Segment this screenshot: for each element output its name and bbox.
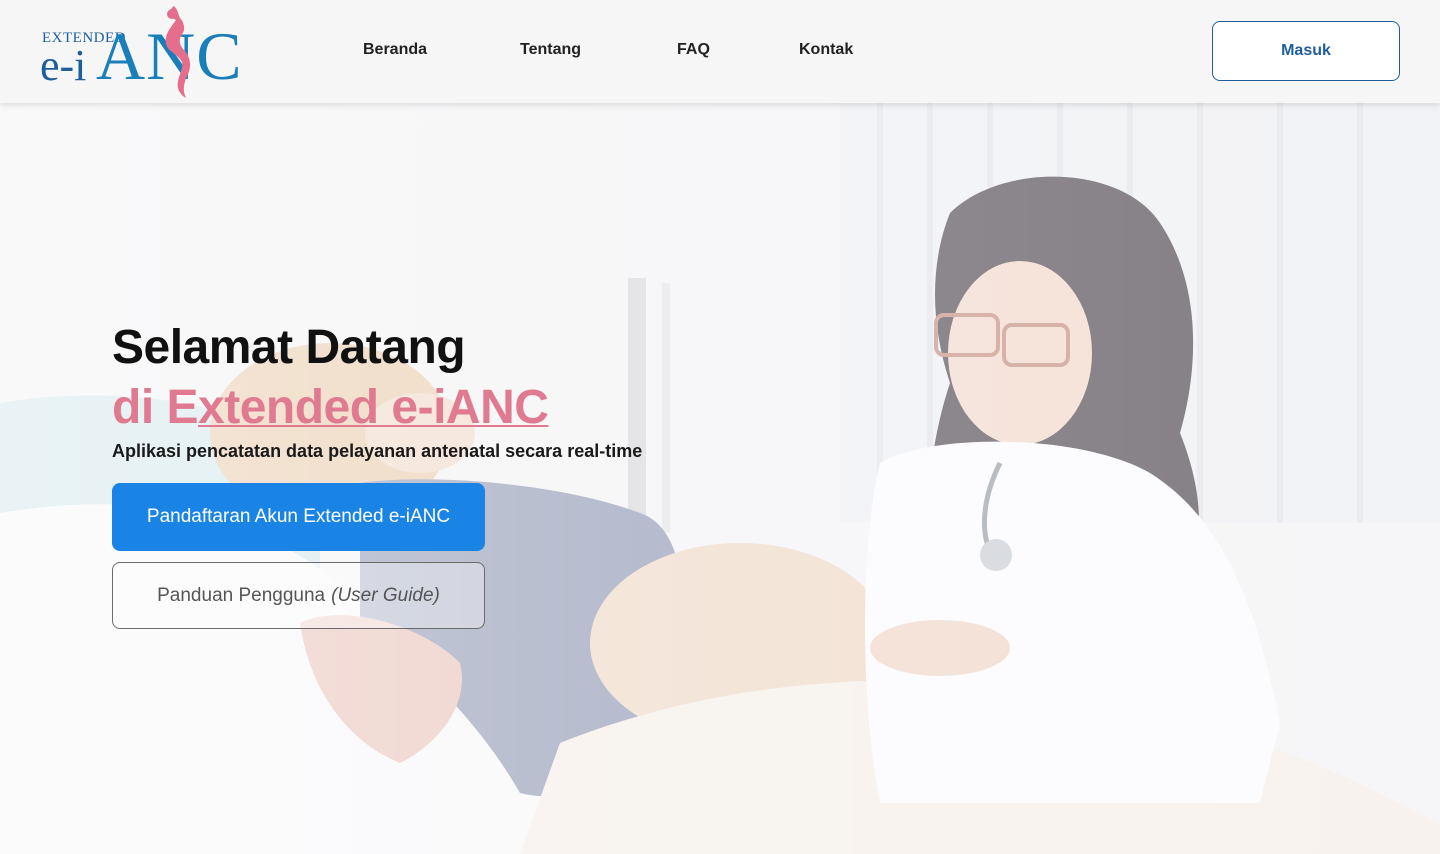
register-account-button[interactable]: Pandaftaran Akun Extended e-iANC xyxy=(112,483,485,551)
user-guide-label: Panduan Pengguna xyxy=(157,584,326,606)
hero-subtitle: Aplikasi pencatatan data pelayanan anten… xyxy=(112,441,643,461)
nav-faq[interactable]: FAQ xyxy=(677,41,710,59)
user-guide-label-italic: (User Guide) xyxy=(331,584,440,606)
hero-light-overlay xyxy=(0,103,1440,854)
logo-ei-text: e-i xyxy=(40,41,87,90)
nav-tentang[interactable]: Tentang xyxy=(520,41,581,59)
login-button[interactable]: Masuk xyxy=(1212,21,1400,81)
nav-beranda[interactable]: Beranda xyxy=(363,41,427,59)
top-navbar: EXTENDED e-i ANC Beranda Tentang FAQ Kon… xyxy=(0,0,1440,103)
nav-kontak[interactable]: Kontak xyxy=(799,41,853,59)
hero-title-line2-underlined: xtended e-iANC xyxy=(198,381,549,434)
user-guide-button[interactable]: Panduan Pengguna (User Guide) xyxy=(112,562,485,629)
pregnant-woman-logo-icon xyxy=(165,6,191,98)
hero-title-line1: Selamat Datang xyxy=(112,321,466,374)
extended-eianc-logo[interactable]: EXTENDED e-i ANC xyxy=(40,4,245,98)
hero-section: Selamat Datang di Extended e-iANC Aplika… xyxy=(0,103,1440,854)
hero-title-line2: di Extended e-iANC xyxy=(112,380,549,435)
hero-title-line2-prefix: di E xyxy=(112,381,199,434)
